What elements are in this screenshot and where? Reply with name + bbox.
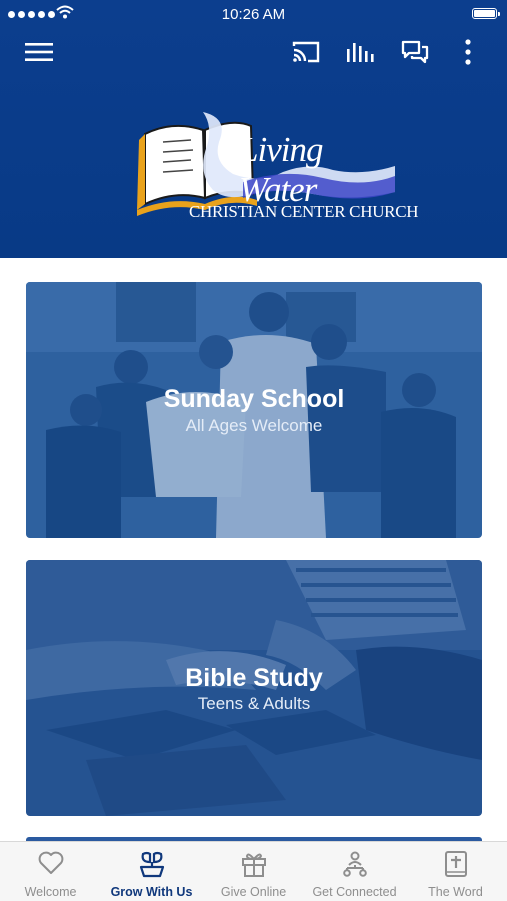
status-time: 10:26 AM [221, 6, 286, 23]
tab-label: Welcome [24, 885, 77, 899]
bible-icon [405, 850, 506, 880]
cast-icon[interactable] [290, 38, 322, 66]
tab-get-connected[interactable]: Get Connected [304, 842, 405, 901]
app-header: 10:26 AM Living Water CHRISTIAN CENTER C… [0, 0, 507, 258]
gift-icon [203, 850, 304, 880]
more-vertical-icon[interactable] [452, 38, 484, 66]
tab-the-word[interactable]: The Word [405, 842, 506, 901]
logo-title: Living Water [239, 130, 323, 209]
card-sunday-school[interactable]: Sunday School All Ages Welcome [26, 282, 482, 538]
tab-label: The Word [428, 885, 483, 899]
tab-grow-with-us[interactable]: Grow With Us [101, 842, 202, 901]
card-bible-study[interactable]: Bible Study Teens & Adults [26, 560, 482, 816]
tab-give-online[interactable]: Give Online [203, 842, 304, 901]
status-bar: 10:26 AM [0, 0, 507, 28]
tab-welcome[interactable]: Welcome [0, 842, 101, 901]
logo-subtitle: CHRISTIAN CENTER CHURCH [189, 202, 419, 221]
tab-label: Get Connected [312, 885, 397, 899]
bottom-tab-bar: Welcome Grow With Us Give Online Get Con… [0, 841, 507, 901]
chat-bubbles-icon[interactable] [399, 38, 431, 66]
sprout-icon [101, 850, 202, 880]
church-logo: Living Water CHRISTIAN CENTER CHURCH [133, 112, 419, 228]
tab-label: Give Online [220, 885, 287, 899]
hamburger-icon[interactable] [23, 38, 55, 66]
audio-bars-icon[interactable] [344, 38, 376, 66]
heart-icon [0, 850, 101, 880]
card-subtitle: Teens & Adults [197, 694, 311, 713]
card-subtitle: All Ages Welcome [185, 416, 323, 435]
card-title: Sunday School [163, 385, 345, 413]
card-title: Bible Study [185, 664, 323, 692]
battery-icon [472, 8, 500, 19]
people-network-icon [304, 850, 405, 880]
tab-label: Grow With Us [110, 885, 193, 899]
